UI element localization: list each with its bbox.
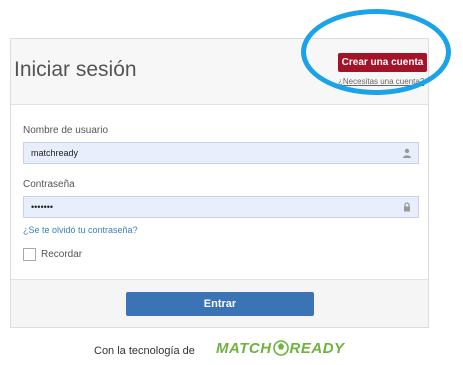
password-field[interactable]: ••••••• (23, 196, 419, 218)
password-label: Contraseña (23, 179, 75, 190)
powered-by-text: Con la tecnología de (94, 345, 195, 357)
user-icon (403, 148, 411, 158)
username-field[interactable]: matchready (23, 142, 419, 164)
page-title: Iniciar sesión (14, 58, 137, 81)
username-label: Nombre de usuario (23, 125, 109, 136)
login-card: Iniciar sesión Crear una cuenta ¿Necesit… (10, 38, 429, 328)
forgot-password-link[interactable]: ¿Se te olvidó tu contraseña? (23, 225, 138, 235)
ball-logo-icon (272, 340, 289, 356)
card-header: Iniciar sesión Crear una cuenta ¿Necesit… (11, 39, 428, 105)
need-account-link[interactable]: ¿Necesitas una cuenta? (338, 77, 430, 86)
brand-logo: MATCH READY (216, 340, 345, 360)
submit-button[interactable]: Entrar (126, 292, 314, 316)
lock-icon (404, 202, 410, 212)
brand-part-1: MATCH (216, 340, 272, 357)
username-value: matchready (31, 148, 79, 158)
remember-label: Recordar (41, 249, 83, 260)
create-account-button[interactable]: Crear una cuenta (338, 53, 427, 72)
remember-checkbox[interactable] (23, 248, 36, 261)
card-footer: Entrar (11, 279, 428, 327)
brand-part-2: READY (289, 340, 345, 357)
password-value: ••••••• (31, 202, 54, 212)
